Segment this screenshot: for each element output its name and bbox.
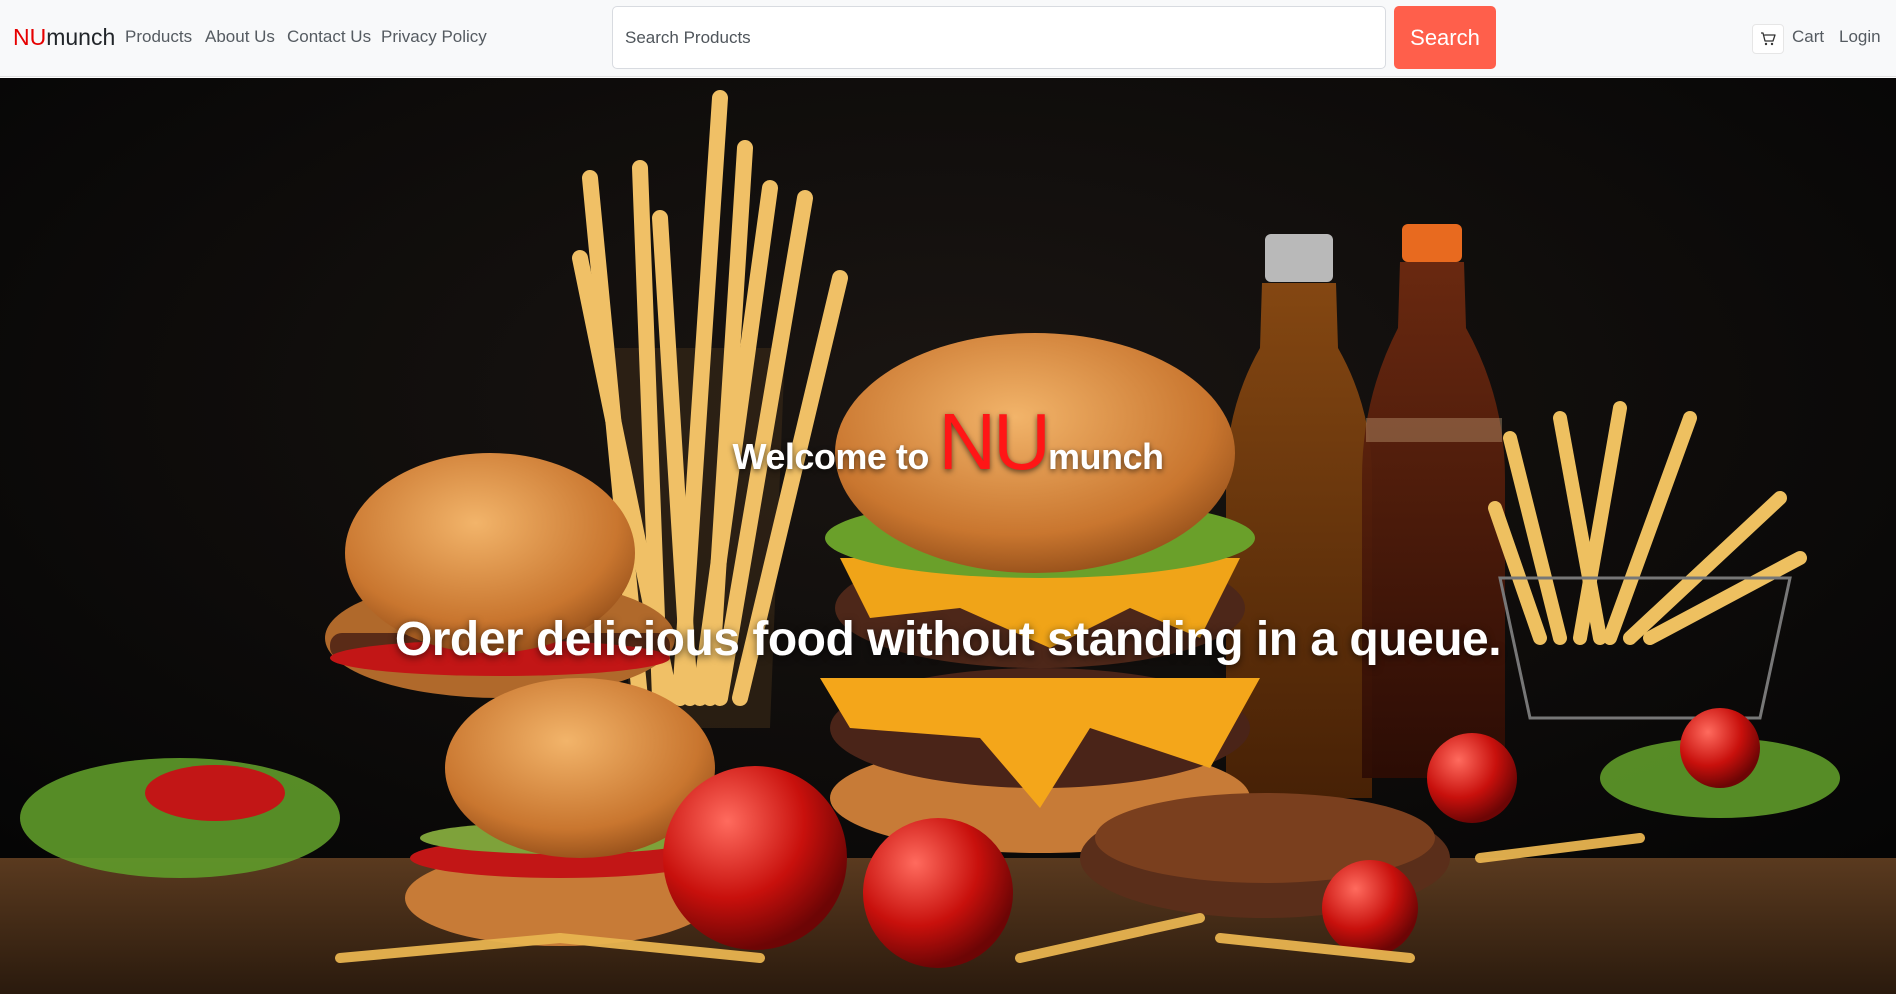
hero-banner: Welcome to NUmunch Order delicious food … — [0, 78, 1896, 994]
brand-logo[interactable]: NUmunch — [13, 24, 115, 51]
navbar: NUmunch Products About Us Contact Us Pri… — [0, 0, 1896, 77]
welcome-brand-nu: NU — [938, 397, 1051, 486]
cart-link[interactable]: Cart — [1792, 27, 1824, 47]
tomato — [1322, 860, 1418, 956]
brand-suffix: munch — [46, 24, 116, 50]
brand-prefix: NU — [13, 24, 47, 50]
welcome-prefix: Welcome to — [732, 436, 930, 477]
search-input[interactable] — [612, 6, 1386, 69]
tomato — [863, 818, 1013, 968]
login-link[interactable]: Login — [1839, 27, 1881, 47]
search-button[interactable]: Search — [1394, 6, 1496, 69]
tomato — [663, 766, 847, 950]
welcome-brand-munch: munch — [1047, 436, 1164, 477]
tomato-slice — [145, 765, 285, 821]
tomato — [1427, 733, 1517, 823]
hero-food-image — [0, 78, 1896, 994]
tomato — [1680, 708, 1760, 788]
nav-link-about-us[interactable]: About Us — [205, 27, 275, 47]
hero-welcome-heading: Welcome to NUmunch — [0, 396, 1896, 488]
cart-icon-button[interactable] — [1752, 24, 1784, 54]
hero-tagline: Order delicious food without standing in… — [394, 613, 1502, 666]
nav-link-products[interactable]: Products — [125, 27, 192, 47]
nav-link-contact-us[interactable]: Contact Us — [287, 27, 371, 47]
nav-link-privacy-policy[interactable]: Privacy Policy — [381, 27, 487, 47]
cart-icon — [1761, 32, 1776, 46]
